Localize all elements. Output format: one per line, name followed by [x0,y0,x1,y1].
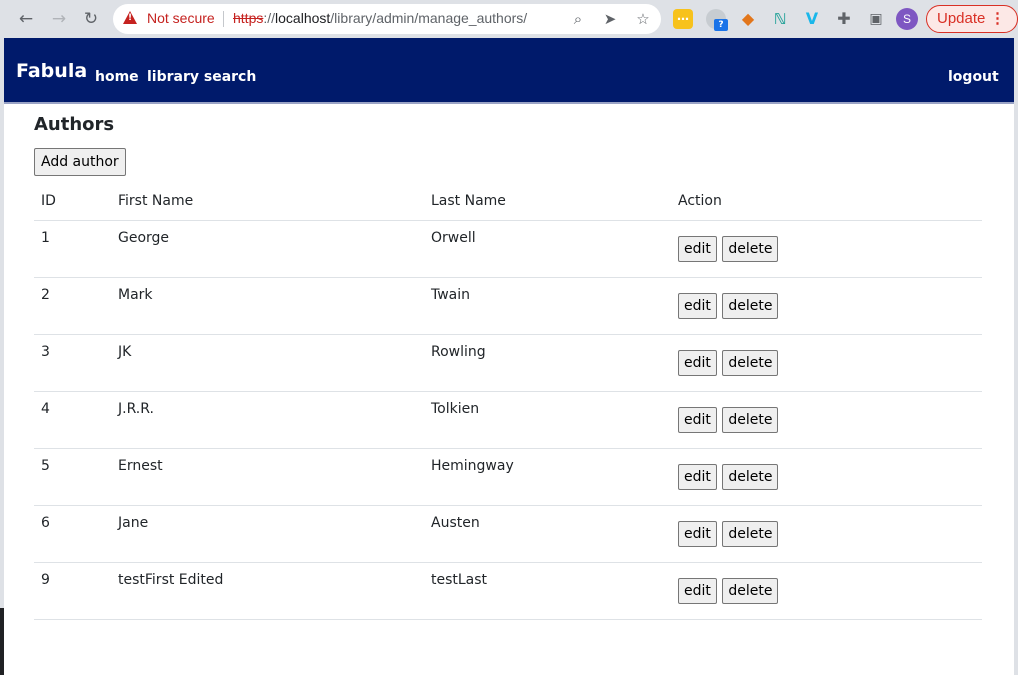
cell-action: edit delete [671,220,982,278]
site-navbar: Fabula home library search logout [4,38,1014,104]
cell-first-name: Ernest [111,448,424,506]
extension-n-icon[interactable]: ℕ [770,9,790,29]
cell-first-name: Jane [111,505,424,563]
update-button[interactable]: Update ⋮ [926,5,1018,33]
forward-arrow-icon[interactable]: → [47,7,71,31]
authors-table: ID First Name Last Name Action 1 George … [34,182,982,620]
warning-icon[interactable] [123,11,137,24]
edit-button[interactable]: edit [678,235,717,262]
cell-first-name: Mark [111,277,424,335]
table-row: 4 J.R.R. Tolkien edit delete [34,391,982,449]
cell-action: edit delete [671,334,982,392]
extension-badge: ? [714,19,728,31]
delete-button[interactable]: delete [722,577,779,604]
edit-button[interactable]: edit [678,349,717,376]
edit-button[interactable]: edit [678,292,717,319]
header-last-name: Last Name [424,182,671,221]
table-row: 3 JK Rowling edit delete [34,334,982,392]
cell-action: edit delete [671,562,982,620]
bookmark-star-icon[interactable]: ☆ [633,9,653,29]
zoom-icon[interactable]: ⌕ [568,9,588,29]
header-action: Action [671,182,982,221]
profile-avatar[interactable]: S [896,8,918,30]
cell-action: edit delete [671,277,982,335]
nav-logout-link[interactable]: logout [948,69,999,85]
browser-toolbar: ← → ↻ Not secure https://localhost/libra… [0,0,1018,38]
cell-action: edit delete [671,448,982,506]
puzzle-extensions-icon[interactable]: ✚ [834,9,854,29]
edit-button[interactable]: edit [678,463,717,490]
page-viewport: Fabula home library search logout Author… [4,38,1014,675]
delete-button[interactable]: delete [722,292,779,319]
delete-button[interactable]: delete [722,235,779,262]
cell-id: 5 [34,448,111,506]
cell-last-name: Twain [424,277,671,335]
url-host: localhost [275,10,331,26]
cell-last-name: Tolkien [424,391,671,449]
cell-id: 9 [34,562,111,620]
url-text[interactable]: https://localhost/library/admin/manage_a… [233,10,527,26]
scrollbar-track[interactable] [1014,38,1018,675]
nav-home-link[interactable]: home [95,69,139,85]
edit-button[interactable]: edit [678,577,717,604]
send-icon[interactable]: ➤ [600,9,620,29]
delete-button[interactable]: delete [722,520,779,547]
cell-first-name: J.R.R. [111,391,424,449]
reload-icon[interactable]: ↻ [79,7,103,31]
vimeo-icon[interactable]: V [802,9,822,29]
table-row: 2 Mark Twain edit delete [34,277,982,335]
cell-action: edit delete [671,391,982,449]
cell-id: 4 [34,391,111,449]
cell-last-name: Rowling [424,334,671,392]
cell-last-name: Orwell [424,220,671,278]
cell-first-name: JK [111,334,424,392]
extension-keys-icon[interactable]: ⋯ [673,9,693,29]
metamask-fox-icon[interactable]: ◆ [738,9,758,29]
cell-first-name: George [111,220,424,278]
delete-button[interactable]: delete [722,349,779,376]
cell-last-name: Austen [424,505,671,563]
cell-id: 1 [34,220,111,278]
table-row: 6 Jane Austen edit delete [34,505,982,563]
page-title: Authors [34,114,115,135]
nav-library-search-link[interactable]: library search [147,69,256,85]
cell-last-name: Hemingway [424,448,671,506]
cell-last-name: testLast [424,562,671,620]
brand-logo[interactable]: Fabula [16,60,87,82]
url-scheme: https [233,10,264,26]
delete-button[interactable]: delete [722,463,779,490]
cell-id: 2 [34,277,111,335]
delete-button[interactable]: delete [722,406,779,433]
media-control-icon[interactable]: ▣ [866,9,886,29]
cell-id: 3 [34,334,111,392]
table-header-row: ID First Name Last Name Action [34,182,982,221]
cell-action: edit delete [671,505,982,563]
table-row: 9 testFirst Edited testLast edit delete [34,562,982,620]
kebab-menu-icon: ⋮ [990,10,1005,27]
header-first-name: First Name [111,182,424,221]
update-label: Update [937,10,986,27]
back-arrow-icon[interactable]: ← [14,7,38,31]
security-status[interactable]: Not secure [147,10,215,26]
url-path: /library/admin/manage_authors/ [330,10,528,26]
extension-cloud-icon[interactable]: ? [706,9,728,31]
edit-button[interactable]: edit [678,406,717,433]
cell-first-name: testFirst Edited [111,562,424,620]
header-id: ID [34,182,111,221]
cell-id: 6 [34,505,111,563]
add-author-button[interactable]: Add author [34,148,126,176]
table-row: 1 George Orwell edit delete [34,220,982,278]
address-divider [223,11,224,27]
edit-button[interactable]: edit [678,520,717,547]
address-bar[interactable]: Not secure https://localhost/library/adm… [113,4,661,34]
url-separator: :// [263,10,276,26]
table-row: 5 Ernest Hemingway edit delete [34,448,982,506]
